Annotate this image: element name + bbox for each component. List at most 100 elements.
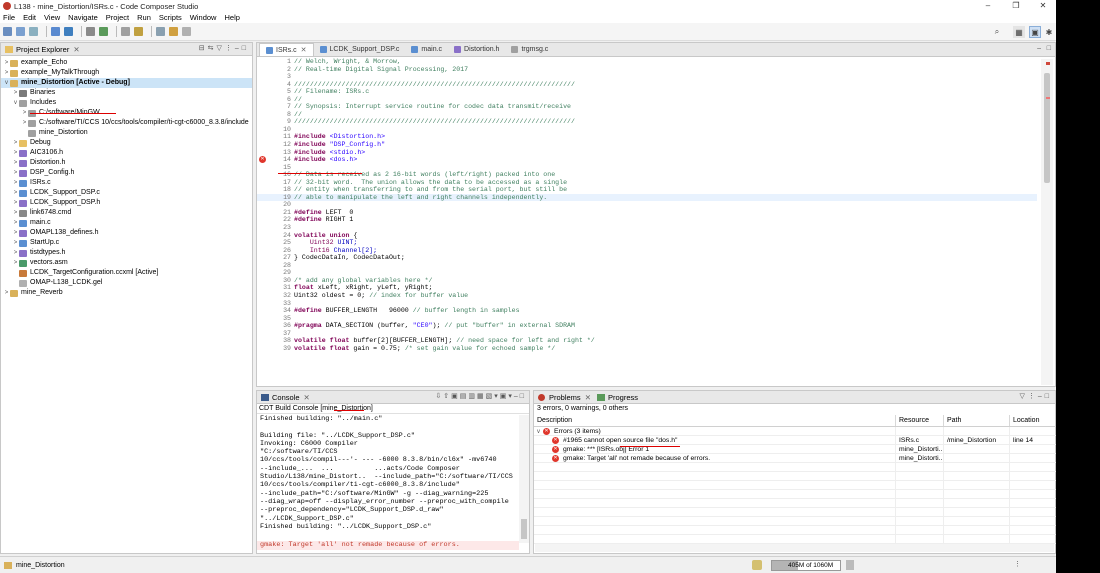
editor-tab[interactable]: ISRs.c ✕ xyxy=(259,43,314,56)
editor-tab[interactable]: Distortion.h xyxy=(448,43,505,56)
notification-icon[interactable] xyxy=(752,560,762,570)
editor-tab[interactable]: main.c xyxy=(405,43,448,56)
chevron-right-icon[interactable]: > xyxy=(3,68,10,78)
chevron-right-icon[interactable]: > xyxy=(12,158,19,168)
back-icon[interactable] xyxy=(169,27,178,36)
console-output[interactable]: Finished building: "../main.c" Building … xyxy=(257,415,519,543)
tree-item[interactable]: > main.c xyxy=(1,218,252,228)
code-line[interactable]: 11 #include <Distortion.h> xyxy=(257,133,1037,141)
forward-icon[interactable] xyxy=(182,27,191,36)
save-all-icon[interactable] xyxy=(29,27,38,36)
code-line[interactable]: 19// able to manipulate the left and rig… xyxy=(257,193,1037,202)
problems-toolbar-icons[interactable]: ▽⋮–□ xyxy=(1019,392,1052,400)
tree-item[interactable]: LCDK_TargetConfiguration.ccxml [Active] xyxy=(1,268,252,278)
menu-edit[interactable]: Edit xyxy=(23,13,36,22)
chevron-right-icon[interactable]: > xyxy=(12,208,19,218)
garbage-collect-icon[interactable] xyxy=(846,560,854,570)
editor-scrollbar[interactable] xyxy=(1041,59,1053,385)
cc-edit-perspective-icon[interactable]: ▣ xyxy=(1029,26,1041,38)
close-button[interactable]: ✕ xyxy=(1030,0,1056,12)
tree-item[interactable]: > AIC3106.h xyxy=(1,148,252,158)
code-line[interactable]: 3 xyxy=(257,73,1037,81)
chevron-right-icon[interactable]: > xyxy=(12,258,19,268)
console-toolbar-icons[interactable]: ⇩⇧▣▤▥▦▧▾▣▾–□ xyxy=(435,392,526,400)
tree-item[interactable]: > Debug xyxy=(1,138,252,148)
close-icon[interactable]: ✕ xyxy=(73,45,79,54)
console-tab[interactable]: Console ✕ ⇩⇧▣▤▥▦▧▾▣▾–□ xyxy=(257,391,529,404)
search-tool-icon[interactable] xyxy=(121,27,130,36)
code-line[interactable]: 23 xyxy=(257,224,1037,232)
tree-item[interactable]: > link6748.cmd xyxy=(1,208,252,218)
code-line[interactable]: 29 xyxy=(257,269,1037,277)
editor-tab[interactable]: LCDK_Support_DSP.c xyxy=(314,43,406,56)
debug-perspective-icon[interactable]: ✱ xyxy=(1043,26,1055,38)
menu-file[interactable]: File xyxy=(3,13,15,22)
problems-tab-label[interactable]: Problems xyxy=(549,393,581,402)
chevron-right-icon[interactable]: > xyxy=(12,248,19,258)
code-line[interactable]: 1// Welch, Wright, & Morrow, xyxy=(257,58,1037,66)
editor-tab[interactable]: trgmsg.c xyxy=(505,43,554,56)
chevron-right-icon[interactable]: > xyxy=(12,218,19,228)
console-scrollbar[interactable] xyxy=(519,415,529,543)
chevron-right-icon[interactable]: > xyxy=(12,138,19,148)
code-line[interactable]: 36 #pragma DATA_SECTION (buffer, "CE0"); … xyxy=(257,322,1037,330)
code-line[interactable]: 16// Data is received as 2 16-bit words … xyxy=(257,171,1037,179)
chevron-right-icon[interactable]: > xyxy=(3,288,10,298)
code-line[interactable]: 12 #include "DSP_Config.h" xyxy=(257,141,1037,149)
chevron-right-icon[interactable]: > xyxy=(3,58,10,68)
chevron-right-icon[interactable]: > xyxy=(12,148,19,158)
close-icon[interactable]: ✕ xyxy=(585,393,591,402)
tools-icon[interactable] xyxy=(86,27,95,36)
debug-icon[interactable] xyxy=(64,27,73,36)
code-area[interactable]: 1// Welch, Wright, & Morrow, 2// Real-tim… xyxy=(257,58,1037,386)
menu-window[interactable]: Window xyxy=(190,13,217,22)
code-line[interactable]: 31 float xLeft, xRight, yLeft, yRight; xyxy=(257,284,1037,292)
menu-navigate[interactable]: Navigate xyxy=(68,13,98,22)
tree-item[interactable]: > OMAPL138_defines.h xyxy=(1,228,252,238)
tree-item[interactable]: > ISRs.c xyxy=(1,178,252,188)
tree-item[interactable]: v Includes xyxy=(1,98,252,108)
code-line[interactable]: 22 #define RIGHT 1 xyxy=(257,216,1037,224)
chevron-down-icon[interactable]: v xyxy=(3,78,10,88)
code-line[interactable]: 8// xyxy=(257,111,1037,119)
edit-tool-icon[interactable] xyxy=(134,27,143,36)
chevron-right-icon[interactable]: > xyxy=(12,198,19,208)
code-line[interactable]: 34 #define BUFFER_LENGTH 96000 // buffer … xyxy=(257,307,1037,315)
progress-tab-label[interactable]: Progress xyxy=(608,393,638,402)
code-line[interactable]: 2// Real-time Digital Signal Processing,… xyxy=(257,66,1037,74)
code-line[interactable]: 24 volatile union { xyxy=(257,232,1037,240)
code-line[interactable]: 32 Uint32 oldest = 0; // index for buffer… xyxy=(257,292,1037,300)
view-toolbar-icons[interactable]: ⊟⇆▽⋮–□ xyxy=(199,44,249,52)
code-line[interactable]: 6// xyxy=(257,96,1037,104)
tree-item[interactable]: > C:/software/TI/CCS 10/ccs/tools/compile… xyxy=(1,118,252,128)
code-line[interactable]: 39 volatile float gain = 0.75; /* set gai… xyxy=(257,345,1037,353)
code-line[interactable]: ✕ 14 #include <dos.h> xyxy=(257,156,1037,164)
close-icon[interactable]: ✕ xyxy=(304,393,310,402)
code-line[interactable]: 13 #include <stdio.h> xyxy=(257,149,1037,157)
code-line[interactable]: 27} CodecDataIn, CodecDataOut; xyxy=(257,254,1037,262)
problems-hscrollbar[interactable] xyxy=(535,544,1054,552)
chevron-right-icon[interactable]: > xyxy=(12,178,19,188)
code-line[interactable]: 38 volatile float buffer[2][BUFFER_LENGTH… xyxy=(257,337,1037,345)
search-icon[interactable]: ⌕ xyxy=(991,26,1003,38)
code-line[interactable]: 26 Int16 Channel[2]; xyxy=(257,247,1037,255)
code-line[interactable]: 7// Synopsis: Interrupt service routine … xyxy=(257,103,1037,111)
menu-scripts[interactable]: Scripts xyxy=(159,13,182,22)
code-line[interactable]: 10 xyxy=(257,126,1037,134)
code-line[interactable]: 18// entity when transferring to and fro… xyxy=(257,186,1037,194)
tree-item[interactable]: > Binaries xyxy=(1,88,252,98)
chevron-right-icon[interactable]: > xyxy=(12,188,19,198)
code-line[interactable]: 4///////////////////////////////////////… xyxy=(257,81,1037,89)
save-icon[interactable] xyxy=(16,27,25,36)
status-menu-icon[interactable]: ⋮ xyxy=(1014,560,1021,568)
tree-item[interactable]: > vectors.asm xyxy=(1,258,252,268)
maximize-button[interactable]: ❐ xyxy=(1003,0,1029,12)
chevron-down-icon[interactable]: v xyxy=(12,98,19,108)
code-line[interactable]: 5// Filename: ISRs.c xyxy=(257,88,1037,96)
code-line[interactable]: 25 Uint32 UINT; xyxy=(257,239,1037,247)
chevron-right-icon[interactable]: > xyxy=(12,238,19,248)
code-line[interactable]: 37 xyxy=(257,330,1037,338)
editor-scrollbar-thumb[interactable] xyxy=(1044,73,1050,183)
code-line[interactable]: 33 xyxy=(257,300,1037,308)
code-line[interactable]: 21 #define LEFT 0 xyxy=(257,209,1037,217)
